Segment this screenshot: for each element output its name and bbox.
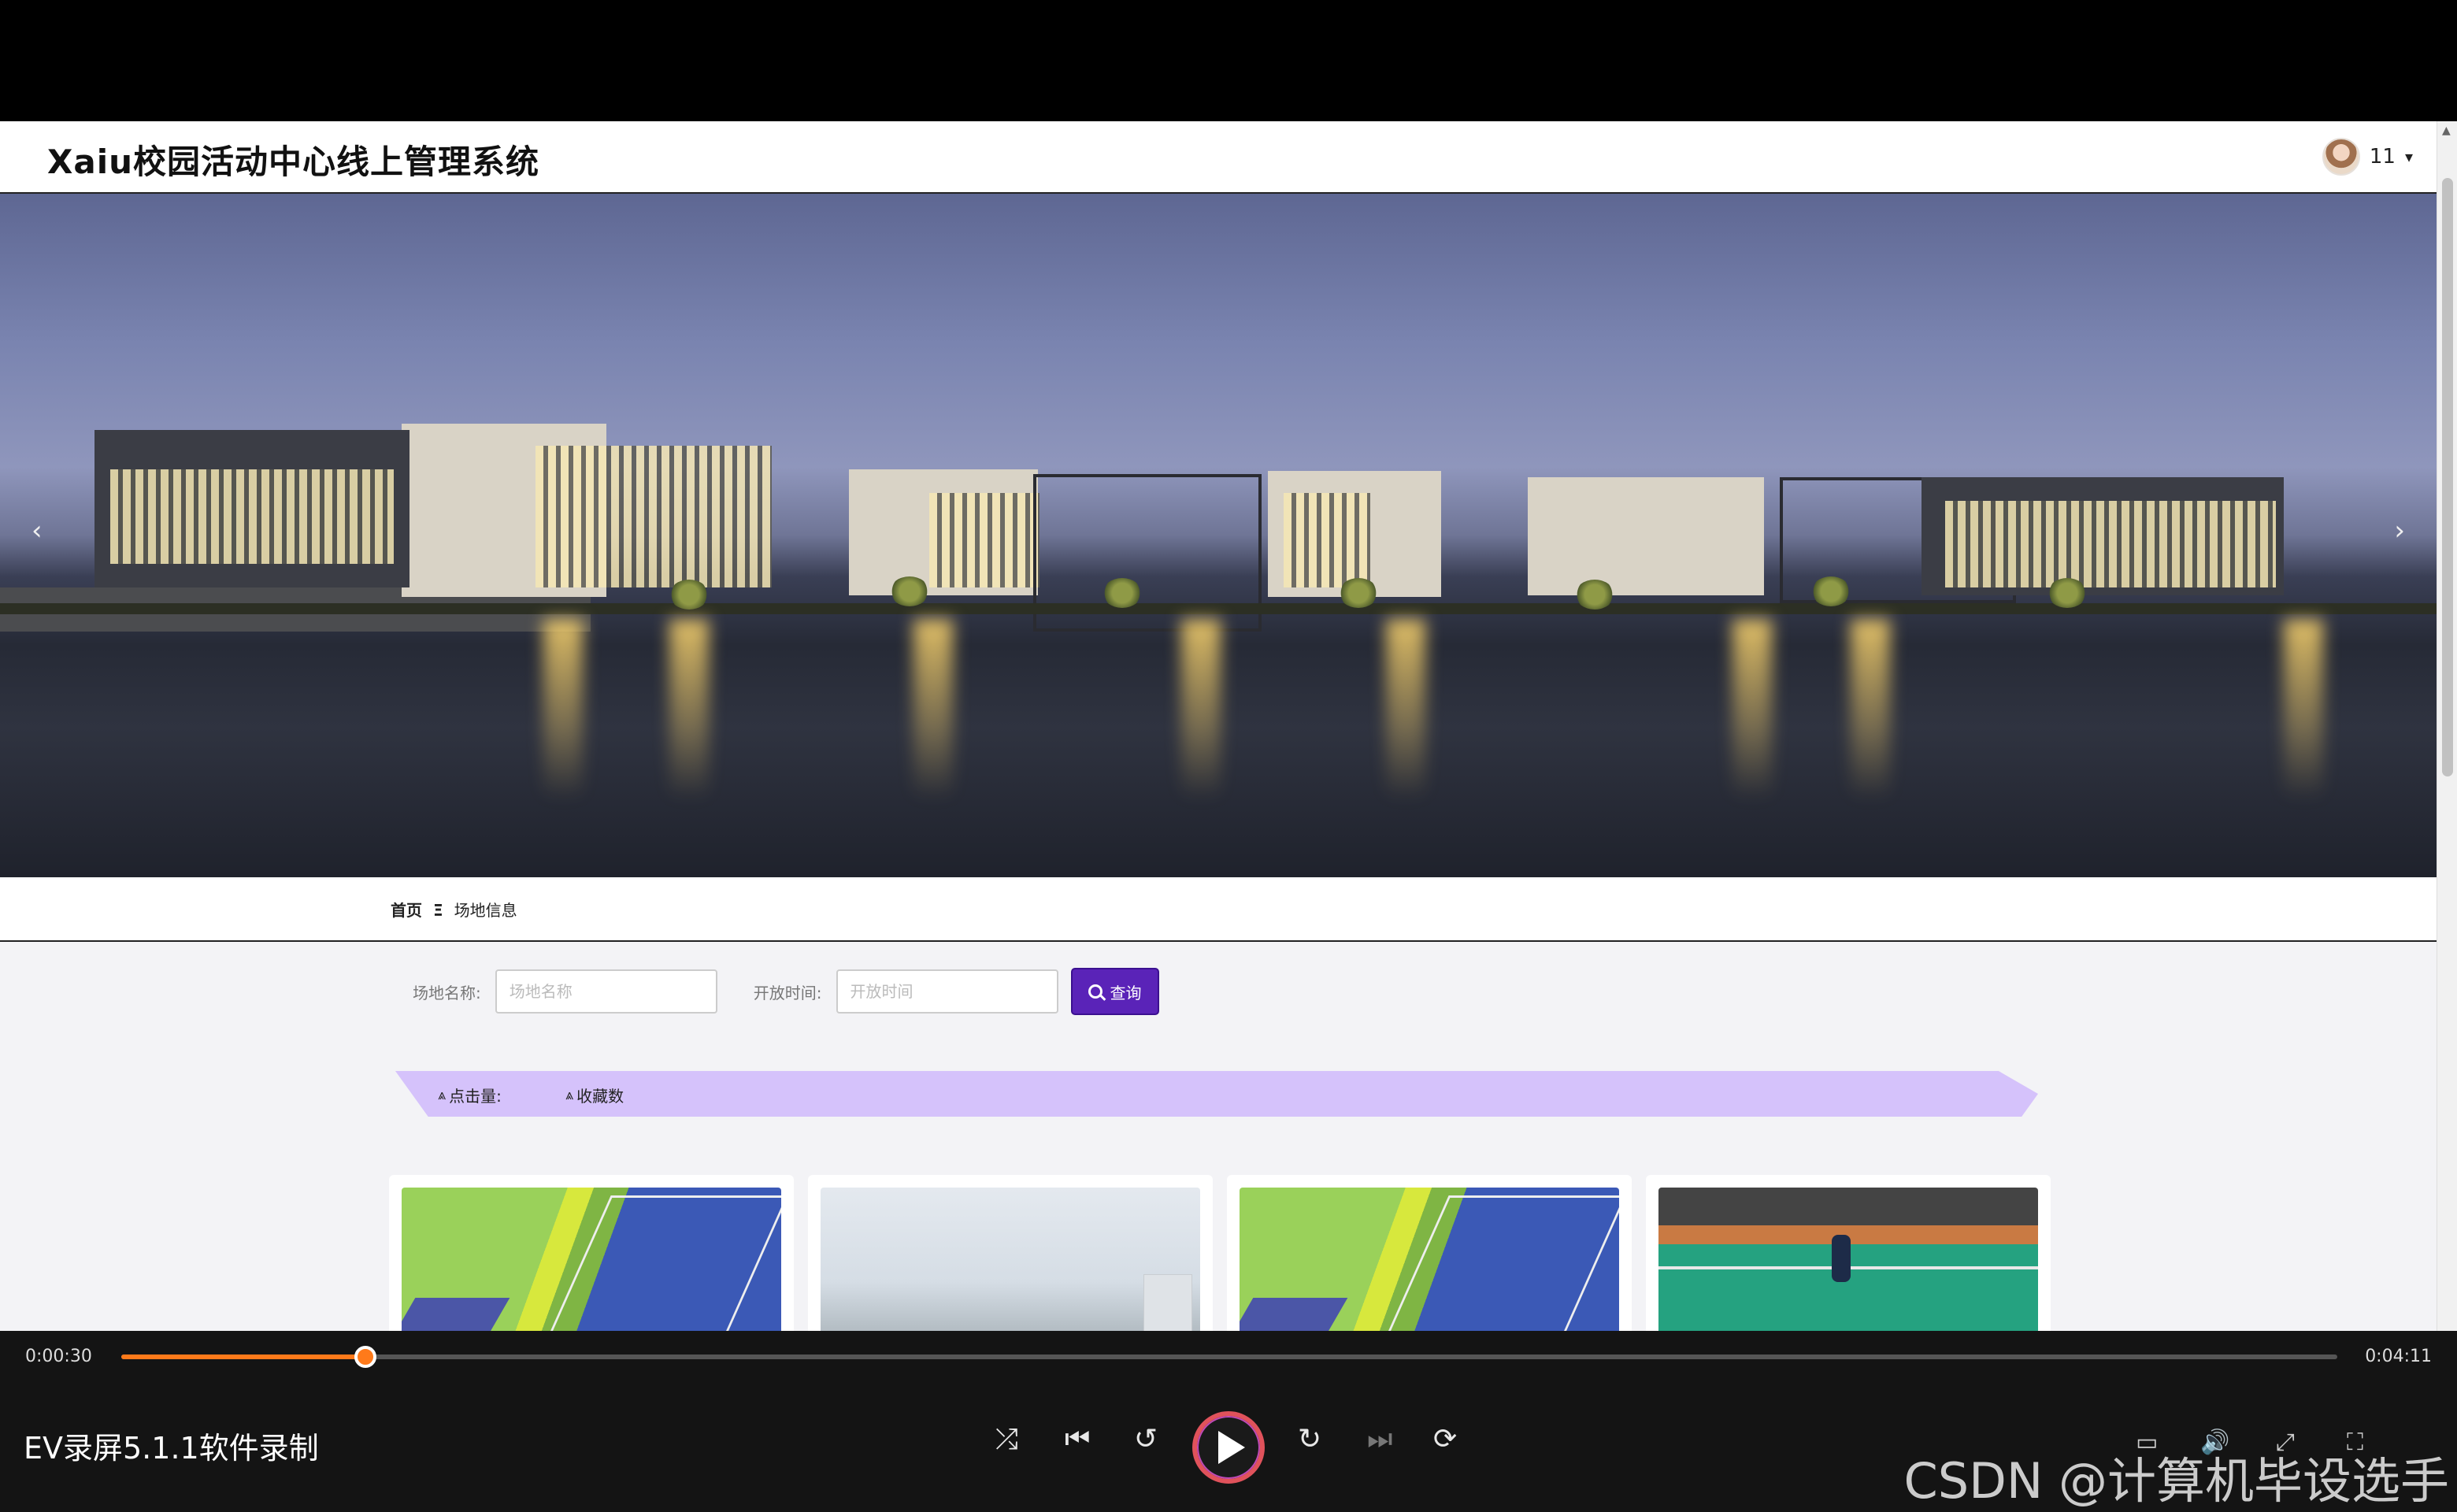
- venue-image[interactable]: [1240, 1188, 1619, 1331]
- sort-clicks-label: 点击量:: [449, 1087, 502, 1106]
- banner-water-reflection: [1732, 619, 1772, 800]
- scrollbar-thumb[interactable]: [2442, 178, 2453, 776]
- venue-card[interactable]: [1227, 1175, 1632, 1331]
- username[interactable]: 11: [2370, 145, 2396, 169]
- sort-favorites-label: 收藏数: [576, 1087, 624, 1106]
- open-time-label: 开放时间:: [753, 983, 822, 1002]
- banner-water-reflection: [1181, 619, 1221, 800]
- banner-water-reflection: [543, 619, 583, 800]
- venue-card[interactable]: [808, 1175, 1213, 1331]
- breadcrumb-separator: Ξ: [433, 901, 443, 920]
- browser-viewport: Xaiu校园活动中心线上管理系统 11 ▾ ‹ › 首页 Ξ 场地信息 场地名称…: [0, 121, 2457, 1331]
- carousel-prev-icon[interactable]: ‹: [32, 515, 43, 547]
- venue-card-list: [389, 1175, 2052, 1331]
- search-form: 场地名称: 开放时间: 查询: [413, 968, 1159, 1015]
- banner-tree: [1575, 580, 1614, 610]
- site-header: Xaiu校园活动中心线上管理系统 11 ▾: [0, 121, 2437, 194]
- previous-icon[interactable]: ⏮: [1065, 1425, 1090, 1454]
- venue-card[interactable]: [389, 1175, 794, 1331]
- site-title: Xaiu校园活动中心线上管理系统: [47, 143, 540, 181]
- banner-water-reflection: [669, 619, 709, 800]
- banner-water-reflection: [914, 619, 953, 800]
- user-menu[interactable]: 11 ▾: [2322, 137, 2413, 176]
- query-button-label: 查询: [1110, 983, 1142, 1002]
- sort-bar: ⩓ 点击量: ⩓ 收藏数: [395, 1071, 2038, 1117]
- banner-windows: [1284, 493, 1370, 587]
- venue-image[interactable]: [1658, 1188, 2038, 1331]
- sort-by-clicks[interactable]: ⩓ 点击量:: [438, 1084, 502, 1106]
- banner-windows: [536, 446, 772, 587]
- total-time: 0:04:11: [2365, 1347, 2432, 1366]
- recorder-label: EV录屏5.1.1软件录制: [24, 1431, 319, 1466]
- play-button[interactable]: [1192, 1411, 1265, 1484]
- progress-track[interactable]: [121, 1346, 2337, 1368]
- banner-building: [1528, 477, 1764, 595]
- carousel-next-icon[interactable]: ›: [2394, 515, 2405, 547]
- banner-tree: [2048, 578, 2087, 608]
- current-time: 0:00:30: [25, 1347, 92, 1366]
- breadcrumb-bar: 首页 Ξ 场地信息: [0, 877, 2437, 942]
- shuffle-icon[interactable]: ⤮: [995, 1425, 1018, 1454]
- sort-by-favorites[interactable]: ⩓ 收藏数: [565, 1084, 624, 1106]
- video-player-bar: 0:00:30 0:04:11 EV录屏5.1.1软件录制 ⤮ ⏮ ↺ ↻ ⏭ …: [0, 1331, 2457, 1512]
- breadcrumb-home[interactable]: 首页: [391, 901, 422, 920]
- recording-top-black-band: [0, 0, 2457, 121]
- banner-tree: [890, 576, 929, 606]
- banner-water-reflection: [1386, 619, 1425, 800]
- campus-banner-carousel[interactable]: ‹ ›: [0, 194, 2437, 877]
- page-scrollbar[interactable]: ▲: [2437, 121, 2457, 1331]
- forward-30-icon[interactable]: ↻: [1298, 1425, 1321, 1454]
- chart-icon: ⩓: [565, 1087, 574, 1103]
- venue-name-label: 场地名称:: [413, 983, 481, 1002]
- banner-water-reflection: [1851, 619, 1890, 800]
- venue-image[interactable]: [402, 1188, 781, 1331]
- progress-fill: [121, 1354, 365, 1359]
- play-icon: [1218, 1431, 1245, 1464]
- banner-tree: [1102, 578, 1142, 608]
- next-icon[interactable]: ⏭: [1367, 1425, 1392, 1454]
- repeat-icon[interactable]: ⟳: [1433, 1425, 1457, 1454]
- banner-tree: [669, 580, 709, 610]
- csdn-watermark: CSDN @计算机毕设选手: [1903, 1452, 2449, 1510]
- banner-windows: [110, 469, 394, 564]
- search-icon: [1088, 984, 1102, 999]
- breadcrumb: 首页 Ξ 场地信息: [391, 898, 517, 921]
- caret-down-icon[interactable]: ▾: [2405, 147, 2413, 166]
- open-time-input[interactable]: [836, 969, 1058, 1014]
- query-button[interactable]: 查询: [1070, 968, 1159, 1015]
- banner-windows: [929, 493, 1040, 587]
- banner-tree: [1339, 578, 1378, 608]
- banner-water-reflection: [2284, 619, 2323, 800]
- banner-windows: [1945, 501, 2276, 587]
- chart-icon: ⩓: [438, 1087, 447, 1103]
- scroll-up-icon[interactable]: ▲: [2442, 124, 2451, 137]
- breadcrumb-current: 场地信息: [454, 901, 517, 920]
- banner-tree: [1811, 576, 1851, 606]
- venue-name-input[interactable]: [495, 969, 717, 1014]
- venue-card[interactable]: [1646, 1175, 2051, 1331]
- progress-handle[interactable]: [354, 1346, 376, 1368]
- venue-image[interactable]: [821, 1188, 1200, 1331]
- rewind-10-icon[interactable]: ↺: [1134, 1425, 1158, 1454]
- user-avatar[interactable]: [2322, 138, 2360, 176]
